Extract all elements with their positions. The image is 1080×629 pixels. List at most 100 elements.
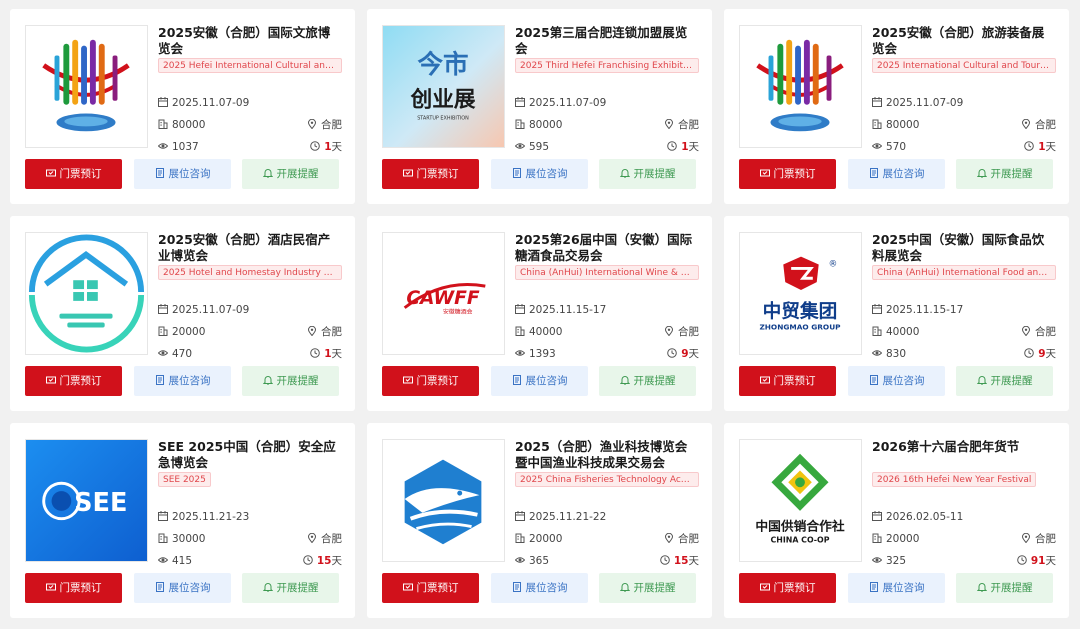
ticket-booking-button[interactable]: 门票预订 [25, 573, 122, 603]
expo-card[interactable]: 今市 创业展 STARTUP EXHIBITION 2025第三届合肥连锁加盟展… [367, 9, 712, 204]
date-row: 2025.11.15-17 [515, 302, 699, 318]
expo-views: 1393 [529, 348, 556, 360]
ticket-booking-label: 门票预订 [773, 582, 816, 594]
calendar-icon [515, 303, 525, 314]
calendar-icon [515, 510, 525, 521]
expo-card[interactable]: 中国供销合作社 CHINA CO-OP 2026第十六届合肥年货节 2026 1… [724, 423, 1069, 618]
startup-exhibition-logo[interactable]: 今市 创业展 STARTUP EXHIBITION [382, 25, 505, 148]
expo-title[interactable]: 2025第26届中国（安徽）国际糖酒食品交易会 [515, 232, 699, 264]
expo-card[interactable]: CAWFF 安徽糖酒会 2025第26届中国（安徽）国际糖酒食品交易会 Chin… [367, 216, 712, 411]
opening-reminder-button[interactable]: 开展提醒 [242, 366, 339, 396]
booth-inquiry-button[interactable]: 展位咨询 [491, 366, 588, 396]
booth-inquiry-button[interactable]: 展位咨询 [848, 159, 945, 189]
logo-text: CAWFF [406, 288, 480, 309]
expo-card[interactable]: 2025（合肥）渔业科技博览会暨中国渔业科技成果交易会 2025 China F… [367, 423, 712, 618]
opening-reminder-label: 开展提醒 [276, 375, 319, 387]
days-count: 1 [324, 141, 332, 153]
date-row: 2026.02.05-11 [872, 509, 1056, 525]
pillars-logo[interactable] [739, 25, 862, 148]
ticket-booking-label: 门票预订 [416, 168, 459, 180]
ticket-booking-label: 门票预订 [773, 168, 816, 180]
booth-inquiry-button[interactable]: 展位咨询 [491, 159, 588, 189]
location-icon [664, 118, 674, 130]
zhongmao-logo[interactable]: ® 中贸集团 ZHONGMAO GROUP [739, 232, 862, 355]
action-buttons: 门票预订 展位咨询 开展提醒 [382, 159, 697, 189]
opening-reminder-button[interactable]: 开展提醒 [242, 159, 339, 189]
logo-text: SEE [74, 488, 127, 518]
ticket-booking-button[interactable]: 门票预订 [25, 366, 122, 396]
ticket-booking-button[interactable]: 门票预订 [25, 159, 122, 189]
ticket-booking-button[interactable]: 门票预订 [739, 159, 836, 189]
cawff-logo[interactable]: CAWFF 安徽糖酒会 [382, 232, 505, 355]
booth-inquiry-button[interactable]: 展位咨询 [134, 159, 231, 189]
expo-title[interactable]: 2026第十六届合肥年货节 [872, 439, 1056, 471]
expo-title[interactable]: 2025第三届合肥连锁加盟展览会 [515, 25, 699, 57]
expo-card[interactable]: 2025安徽（合肥）旅游装备展览会 2025 International Cul… [724, 9, 1069, 204]
days-unit: 天 [1045, 348, 1057, 360]
views-row: 1393 9天 [514, 346, 699, 362]
pillars-logo[interactable] [25, 25, 148, 148]
document-icon [155, 367, 165, 385]
area-row: 80000 合肥 [515, 117, 699, 133]
countdown: 15天 [660, 553, 699, 569]
china-coop-logo[interactable]: 中国供销合作社 CHINA CO-OP [739, 439, 862, 562]
ticket-icon [45, 160, 56, 177]
booth-inquiry-button[interactable]: 展位咨询 [848, 573, 945, 603]
city-info: 合肥 [307, 324, 342, 340]
opening-reminder-label: 开展提醒 [990, 168, 1033, 180]
booth-inquiry-label: 展位咨询 [168, 582, 211, 594]
ticket-booking-label: 门票预订 [773, 375, 816, 387]
expo-title[interactable]: 2025（合肥）渔业科技博览会暨中国渔业科技成果交易会 [515, 439, 699, 471]
days-count: 91 [1030, 555, 1046, 567]
building-icon [158, 118, 168, 129]
expo-title[interactable]: SEE 2025中国（合肥）安全应急博览会 [158, 439, 342, 471]
date-row: 2025.11.15-17 [872, 302, 1056, 318]
location-icon [1021, 325, 1031, 337]
building-icon [872, 118, 882, 129]
booth-inquiry-button[interactable]: 展位咨询 [134, 366, 231, 396]
expo-card[interactable]: 2025安徽（合肥）酒店民宿产业博览会 2025 Hotel and Homes… [10, 216, 355, 411]
fish-logo[interactable] [382, 439, 505, 562]
expo-title[interactable]: 2025安徽（合肥）酒店民宿产业博览会 [158, 232, 342, 264]
location-icon [307, 325, 317, 337]
expo-title[interactable]: 2025安徽（合肥）国际文旅博览会 [158, 25, 342, 57]
opening-reminder-button[interactable]: 开展提醒 [956, 573, 1053, 603]
ticket-booking-button[interactable]: 门票预订 [382, 573, 479, 603]
expo-title[interactable]: 2025安徽（合肥）旅游装备展览会 [872, 25, 1056, 57]
expo-card[interactable]: 2025安徽（合肥）国际文旅博览会 2025 Hefei Internation… [10, 9, 355, 204]
area-row: 20000 合肥 [515, 531, 699, 547]
booth-inquiry-button[interactable]: 展位咨询 [848, 366, 945, 396]
location-icon [664, 532, 674, 544]
ticket-booking-button[interactable]: 门票预订 [739, 573, 836, 603]
booth-inquiry-label: 展位咨询 [168, 168, 211, 180]
expo-card[interactable]: ® 中贸集团 ZHONGMAO GROUP 2025中国（安徽）国际食品饮料展览… [724, 216, 1069, 411]
opening-reminder-button[interactable]: 开展提醒 [956, 159, 1053, 189]
days-unit: 天 [1045, 555, 1057, 567]
opening-reminder-button[interactable]: 开展提醒 [599, 573, 696, 603]
days-unit: 天 [331, 141, 343, 153]
ticket-icon [759, 367, 770, 384]
see-logo[interactable]: SEE [25, 439, 148, 562]
ticket-booking-button[interactable]: 门票预订 [382, 159, 479, 189]
opening-reminder-label: 开展提醒 [633, 582, 676, 594]
clock-icon [667, 140, 677, 151]
opening-reminder-button[interactable]: 开展提醒 [956, 366, 1053, 396]
ticket-booking-button[interactable]: 门票预订 [739, 366, 836, 396]
opening-reminder-button[interactable]: 开展提醒 [599, 159, 696, 189]
booth-inquiry-label: 展位咨询 [882, 375, 925, 387]
expo-title[interactable]: 2025中国（安徽）国际食品饮料展览会 [872, 232, 1056, 264]
opening-reminder-button[interactable]: 开展提醒 [599, 366, 696, 396]
opening-reminder-button[interactable]: 开展提醒 [242, 573, 339, 603]
expo-views: 325 [886, 555, 907, 567]
bell-icon [619, 367, 630, 385]
opening-reminder-label: 开展提醒 [990, 375, 1033, 387]
eye-icon [157, 140, 169, 150]
ticket-booking-button[interactable]: 门票预订 [382, 366, 479, 396]
house-logo[interactable] [25, 232, 148, 355]
booth-inquiry-button[interactable]: 展位咨询 [491, 573, 588, 603]
action-buttons: 门票预订 展位咨询 开展提醒 [25, 366, 340, 396]
expo-card[interactable]: SEE SEE 2025中国（合肥）安全应急博览会 SEE 2025 2025.… [10, 423, 355, 618]
expo-area: 20000 [172, 326, 206, 338]
booth-inquiry-button[interactable]: 展位咨询 [134, 573, 231, 603]
eye-icon [871, 140, 883, 150]
